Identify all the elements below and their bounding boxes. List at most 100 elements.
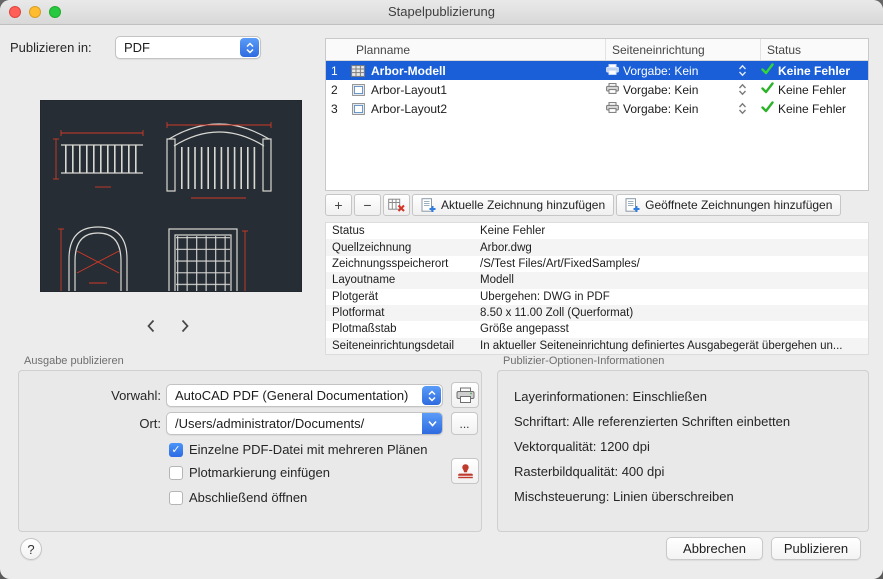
sheet-name: Arbor-Layout1 [371, 82, 448, 97]
info-value: 400 dpi [621, 464, 665, 479]
status-check-icon [761, 82, 774, 97]
model-sheet-icon [349, 64, 367, 77]
close-button[interactable] [9, 6, 21, 18]
add-current-drawing-button[interactable]: Aktuelle Zeichnung hinzufügen [412, 194, 615, 216]
checkbox-unchecked-icon [169, 465, 183, 480]
cancel-button[interactable]: Abbrechen [666, 537, 763, 560]
preview-image [41, 101, 301, 333]
detail-label: Status [332, 225, 365, 238]
publish-in-select[interactable]: PDF [115, 36, 261, 59]
printer-icon [606, 82, 619, 97]
printer-icon [456, 387, 474, 403]
table-row[interactable]: 3 Arbor-Layout2 Vorgabe: Kein Keine Fehl… [326, 99, 868, 118]
info-label: Rasterbildqualität: [514, 464, 619, 479]
add-current-drawing-label: Aktuelle Zeichnung hinzufügen [441, 198, 606, 212]
plotter-settings-button[interactable] [451, 382, 479, 408]
page-setup-stepper[interactable] [738, 64, 747, 77]
info-label: Vektorqualität: [514, 439, 597, 454]
info-label: Mischsteuerung: [514, 489, 610, 504]
printer-icon [606, 63, 619, 78]
sheet-preview [40, 100, 302, 333]
detail-label: Quellzeichnung [332, 241, 412, 254]
window-title: Stapelpublizierung [388, 4, 495, 19]
page-setup-value: Vorgabe: Kein [623, 82, 699, 97]
detail-value: Größe angepasst [480, 323, 569, 336]
preset-value: AutoCAD PDF (General Documentation) [175, 388, 409, 403]
sheet-list-header[interactable]: Planname Seiteneinrichtung Status [326, 39, 868, 61]
detail-label: Layoutname [332, 274, 396, 287]
detail-value: Modell [480, 274, 514, 287]
checkbox-plot-stamp-label: Plotmarkierung einfügen [189, 465, 330, 480]
checkbox-single-pdf[interactable]: ✓ Einzelne PDF-Datei mit mehreren Plänen [169, 442, 427, 457]
table-row[interactable]: 2 Arbor-Layout1 Vorgabe: Kein Keine Fehl… [326, 80, 868, 99]
column-header-seiteneinrichtung[interactable]: Seiteneinrichtung [606, 39, 761, 60]
checkbox-unchecked-icon [169, 490, 183, 505]
chevron-right-icon [181, 319, 189, 332]
publish-options-info-title: Publizier-Optionen-Informationen [503, 355, 665, 367]
help-button[interactable]: ? [20, 538, 42, 560]
stamp-icon [457, 464, 473, 479]
page-setup-stepper[interactable] [738, 102, 747, 115]
preset-select[interactable]: AutoCAD PDF (General Documentation) [166, 384, 443, 407]
checkbox-checked-icon: ✓ [169, 442, 183, 457]
layout-sheet-icon [349, 83, 367, 96]
delete-sheet-button[interactable] [383, 194, 410, 216]
zoom-button[interactable] [49, 6, 61, 18]
status-check-icon [761, 101, 774, 116]
column-header-planname[interactable]: Planname [326, 39, 606, 60]
row-number: 1 [331, 63, 338, 78]
remove-sheet-button[interactable]: − [354, 194, 381, 216]
location-value: /Users/administrator/Documents/ [175, 416, 365, 431]
info-value: Linien überschreiben [613, 489, 734, 504]
detail-value: 8.50 x 11.00 Zoll (Querformat) [480, 307, 634, 320]
minimize-button[interactable] [29, 6, 41, 18]
titlebar[interactable]: Stapelpublizierung [0, 0, 883, 25]
plot-stamp-settings-button[interactable] [451, 458, 479, 484]
detail-row: Plotformat 8.50 x 11.00 Zoll (Querformat) [326, 304, 868, 322]
location-combo[interactable]: /Users/administrator/Documents/ [166, 412, 443, 435]
add-sheet-button[interactable]: + [325, 194, 352, 216]
info-value: 1200 dpi [600, 439, 650, 454]
detail-label: Plotformat [332, 307, 385, 320]
detail-row: Zeichnungsspeicherort/S/Test Files/Art/F… [326, 256, 868, 272]
checkbox-open-after-label: Abschließend öffnen [189, 490, 308, 505]
publish-output-group-title: Ausgabe publizieren [24, 355, 124, 367]
detail-label: Seiteneinrichtungsdetail [332, 339, 455, 352]
detail-label: Plotmaßstab [332, 323, 397, 336]
detail-row: Seiteneinrichtungsdetail In aktueller Sei… [326, 337, 868, 354]
sheet-list-toolbar: + − Aktuelle Zeichnung hinzufügen Geöffn… [325, 193, 869, 217]
detail-row: Plotmaßstab Größe angepasst [326, 321, 868, 337]
info-item: Rasterbildqualität: 400 dpi [514, 464, 664, 479]
detail-row: Status Keine Fehler [326, 223, 868, 239]
detail-label: Plotgerät [332, 290, 379, 303]
sheet-list[interactable]: Planname Seiteneinrichtung Status 1 Arbo… [325, 38, 869, 191]
table-row[interactable]: 1 Arbor-Modell Vorgabe: Kein Keine Fehle… [326, 61, 868, 80]
checkbox-single-pdf-label: Einzelne PDF-Datei mit mehreren Plänen [189, 442, 428, 457]
column-header-status[interactable]: Status [761, 39, 868, 60]
status-text: Keine Fehler [778, 101, 847, 116]
info-item: Layerinformationen: Einschließen [514, 389, 707, 404]
page-setup-stepper[interactable] [738, 83, 747, 96]
detail-value: In aktueller Seiteneinrichtung definiert… [480, 339, 843, 352]
add-open-drawings-button[interactable]: Geöffnete Zeichnungen hinzufügen [616, 194, 842, 216]
layout-sheet-icon [349, 102, 367, 115]
sheet-details-panel: Status Keine Fehler Quellzeichnung Arbor.d… [325, 222, 869, 355]
popup-arrows-icon [422, 386, 441, 405]
row-number: 2 [331, 82, 338, 97]
checkbox-open-after[interactable]: Abschließend öffnen [169, 490, 307, 505]
combo-arrow-icon [422, 413, 442, 434]
printer-icon [606, 101, 619, 116]
location-label: Ort: [139, 416, 161, 431]
info-item: Vektorqualität: 1200 dpi [514, 439, 650, 454]
detail-label: Zeichnungsspeicherort [332, 257, 449, 270]
info-label: Layerinformationen: [514, 389, 629, 404]
info-value: Einschließen [632, 389, 707, 404]
status-text: Keine Fehler [778, 63, 851, 78]
publish-button[interactable]: Publizieren [771, 537, 861, 560]
info-item: Mischsteuerung: Linien überschreiben [514, 489, 734, 504]
publish-options-info-group: Publizier-Optionen-Informationen Layerin… [497, 355, 869, 532]
previous-sheet-button[interactable] [140, 316, 162, 335]
next-sheet-button[interactable] [174, 316, 196, 335]
browse-button[interactable]: ... [451, 412, 478, 435]
checkbox-plot-stamp[interactable]: Plotmarkierung einfügen [169, 465, 330, 480]
